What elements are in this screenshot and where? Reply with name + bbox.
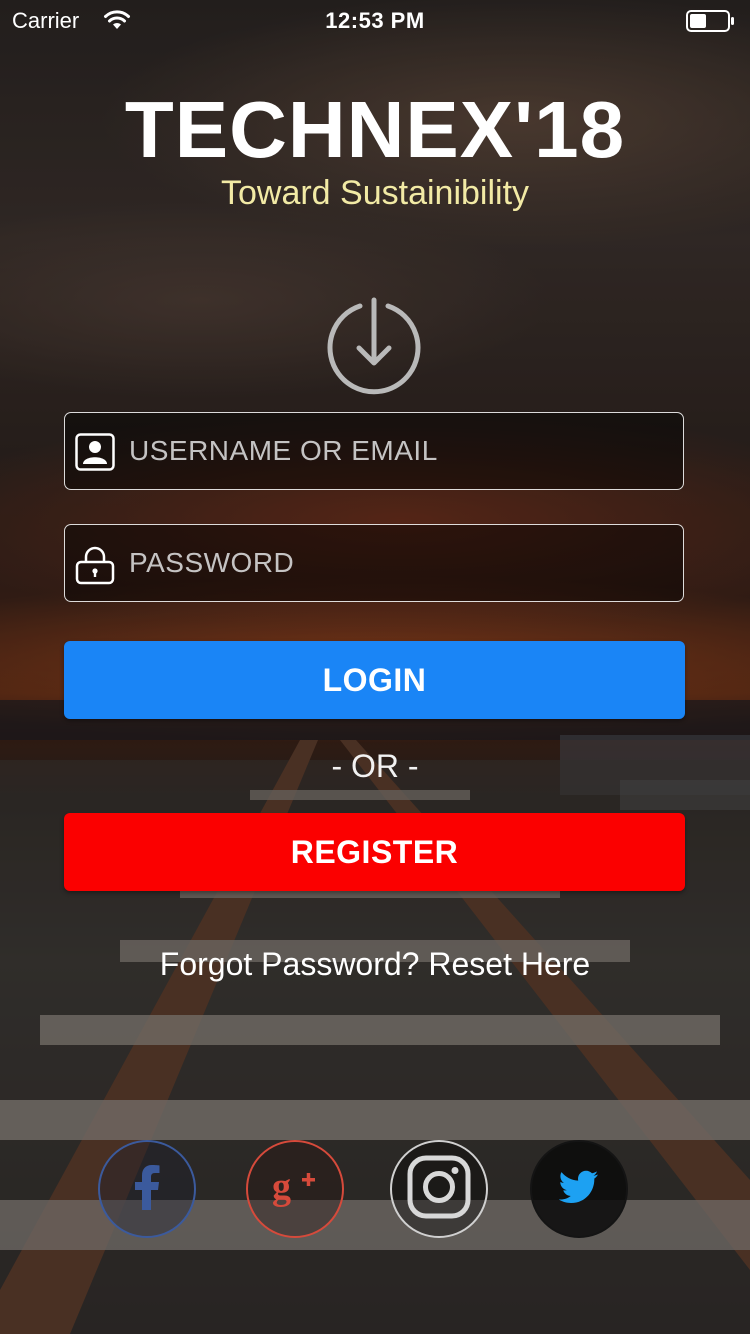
password-field[interactable] (64, 524, 684, 602)
login-button[interactable]: LOGIN (64, 641, 685, 719)
lock-icon (75, 545, 115, 590)
username-input[interactable] (129, 413, 669, 489)
app-title: TECHNEX'18 (124, 85, 626, 174)
google-plus-icon: g (272, 1166, 318, 1212)
facebook-button[interactable] (98, 1140, 196, 1238)
svg-text:g: g (272, 1167, 291, 1207)
twitter-icon (558, 1170, 599, 1209)
google-plus-button[interactable]: g (246, 1140, 344, 1238)
status-bar: Carrier 12:53 PM (0, 0, 750, 40)
facebook-icon (132, 1164, 162, 1215)
instagram-icon (407, 1155, 471, 1224)
power-download-icon (324, 296, 424, 401)
forgot-password-link[interactable]: Forgot Password? Reset Here (0, 946, 750, 983)
status-time: 12:53 PM (325, 8, 425, 33)
app-subtitle: Toward Sustainibility (220, 174, 530, 212)
battery-icon (686, 10, 736, 38)
username-field[interactable] (64, 412, 684, 490)
or-divider: - OR - (331, 748, 419, 784)
instagram-button[interactable] (390, 1140, 488, 1238)
password-input[interactable] (129, 525, 669, 601)
twitter-button[interactable] (530, 1140, 628, 1238)
register-button[interactable]: REGISTER (64, 813, 685, 891)
user-card-icon (75, 433, 115, 476)
